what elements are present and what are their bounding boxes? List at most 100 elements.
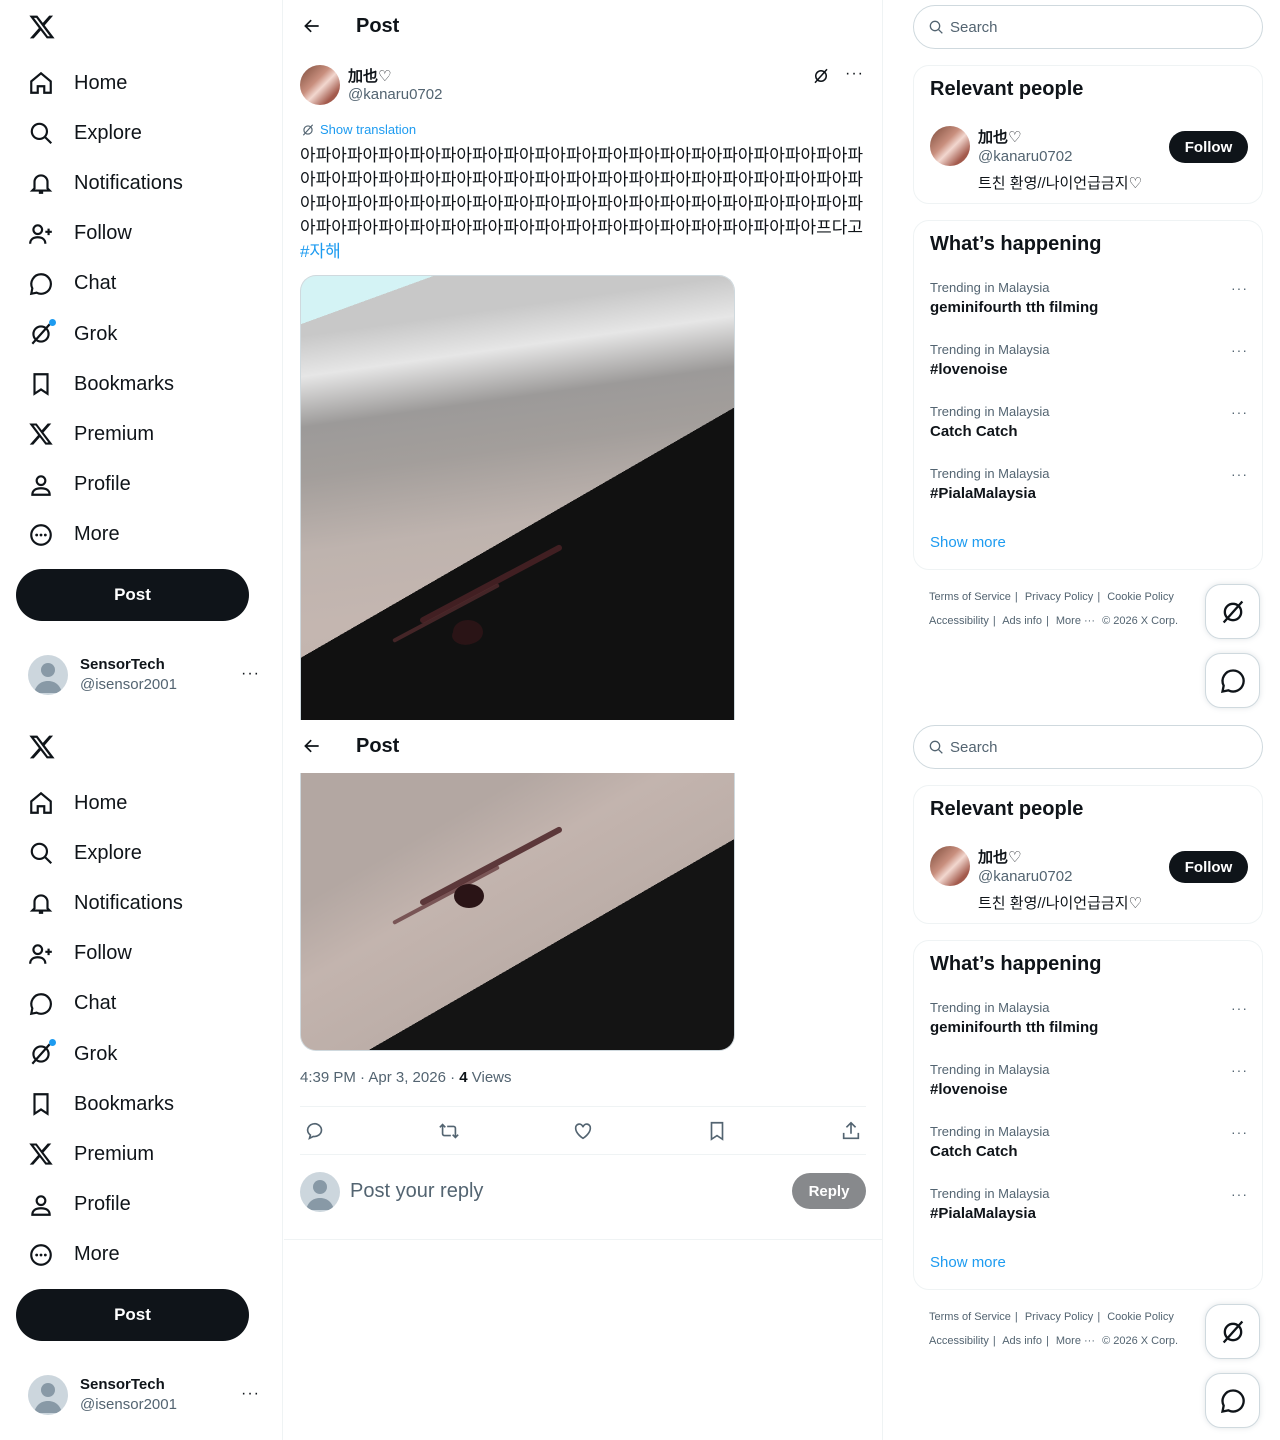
privacy-link[interactable]: Privacy Policy	[1025, 591, 1093, 603]
show-more-link[interactable]: Show more	[930, 534, 1006, 551]
trend-item[interactable]: Trending in Malaysia #lovenoise ···	[930, 1062, 1248, 1112]
relevant-people-card: Relevant people 加也♡ @kanaru0702 트친 환영//나…	[913, 785, 1263, 924]
ads-link[interactable]: Ads info	[1002, 615, 1042, 627]
trend-item[interactable]: Trending in Malaysia Catch Catch ···	[930, 1124, 1248, 1174]
more-icon[interactable]: ···	[1231, 1186, 1248, 1202]
nav-home[interactable]: Home	[16, 58, 183, 108]
like-button[interactable]	[572, 1120, 594, 1142]
trend-title: geminifourth tth filming	[930, 299, 1099, 316]
author-avatar[interactable]	[300, 65, 340, 105]
nav-explore[interactable]: Explore	[16, 108, 183, 158]
share-button[interactable]	[840, 1120, 862, 1142]
post-button[interactable]: Post	[16, 569, 249, 621]
nav-notifications[interactable]: Notifications	[16, 878, 183, 928]
nav-grok[interactable]: Grok	[16, 1029, 183, 1079]
image-detail	[454, 884, 484, 908]
nav-chat[interactable]: Chat	[16, 979, 183, 1029]
nav-grok[interactable]: Grok	[16, 309, 183, 359]
cookie-link[interactable]: Cookie Policy	[1107, 591, 1174, 603]
accessibility-link[interactable]: Accessibility	[929, 1335, 989, 1347]
x-logo-icon[interactable]	[28, 13, 56, 41]
more-link[interactable]: More ···	[1056, 615, 1095, 627]
nav-follow[interactable]: Follow	[16, 209, 183, 259]
hashtag-link[interactable]: #자해	[300, 242, 341, 261]
x-logo-icon[interactable]	[28, 733, 56, 761]
more-link[interactable]: More ···	[1056, 1335, 1095, 1347]
more-icon[interactable]: ···	[241, 665, 260, 683]
nav-profile[interactable]: Profile	[16, 1180, 183, 1230]
grok-fab[interactable]	[1205, 584, 1260, 639]
nav-label: Grok	[74, 322, 118, 345]
back-arrow-icon[interactable]	[302, 16, 322, 36]
cookie-link[interactable]: Cookie Policy	[1107, 1311, 1174, 1323]
search-input[interactable]: Search	[913, 5, 1263, 49]
nav-bookmarks[interactable]: Bookmarks	[16, 359, 183, 409]
author-name[interactable]: 加也♡	[348, 65, 391, 86]
author-handle[interactable]: @kanaru0702	[348, 86, 442, 103]
nav-profile[interactable]: Profile	[16, 460, 183, 510]
account-switcher[interactable]: SensorTech @isensor2001 ···	[28, 1375, 268, 1415]
reply-input[interactable]: Post your reply	[350, 1180, 483, 1203]
back-arrow-icon[interactable]	[302, 736, 322, 756]
tos-link[interactable]: Terms of Service	[929, 591, 1011, 603]
trend-item[interactable]: Trending in Malaysia #PialaMalaysia ···	[930, 1186, 1248, 1236]
follow-button[interactable]: Follow	[1169, 131, 1248, 163]
nav-notifications[interactable]: Notifications	[16, 158, 183, 208]
show-more-link[interactable]: Show more	[930, 1254, 1006, 1271]
trend-item[interactable]: Trending in Malaysia geminifourth tth fi…	[930, 280, 1248, 330]
post-time[interactable]: 4:39 PM · Apr 3, 2026 ·	[300, 1069, 459, 1086]
trend-item[interactable]: Trending in Malaysia #PialaMalaysia ···	[930, 466, 1248, 516]
notification-dot	[49, 1039, 56, 1047]
search-input[interactable]: Search	[913, 725, 1263, 769]
relevant-person[interactable]: 加也♡ @kanaru0702 트친 환영//나이언급금지♡ Follow	[930, 846, 1248, 916]
more-icon[interactable]: ···	[1231, 280, 1248, 296]
more-icon[interactable]: ···	[241, 1385, 260, 1403]
more-icon[interactable]: ···	[1231, 342, 1248, 358]
chat-fab[interactable]	[1205, 653, 1260, 708]
post-button[interactable]: Post	[16, 1289, 249, 1341]
reply-button[interactable]	[304, 1120, 326, 1142]
nav-label: More	[74, 523, 120, 546]
nav-bookmarks[interactable]: Bookmarks	[16, 1079, 183, 1129]
post-header: Post	[284, 0, 883, 53]
more-icon[interactable]: ···	[1231, 466, 1248, 482]
trend-item[interactable]: Trending in Malaysia geminifourth tth fi…	[930, 1000, 1248, 1050]
more-icon[interactable]: ···	[845, 65, 864, 83]
nav-chat[interactable]: Chat	[16, 259, 183, 309]
repost-button[interactable]	[438, 1120, 460, 1142]
nav-follow[interactable]: Follow	[16, 929, 183, 979]
tos-link[interactable]: Terms of Service	[929, 1311, 1011, 1323]
bell-icon	[29, 174, 53, 195]
nav-more[interactable]: More	[16, 510, 183, 560]
nav-premium[interactable]: Premium	[16, 409, 183, 459]
post-image[interactable]	[300, 275, 735, 720]
accessibility-link[interactable]: Accessibility	[929, 615, 989, 627]
account-switcher[interactable]: SensorTech @isensor2001 ···	[28, 655, 268, 695]
reply-button[interactable]: Reply	[792, 1173, 866, 1209]
more-icon[interactable]: ···	[1231, 404, 1248, 420]
post-image[interactable]	[300, 773, 735, 1051]
grok-icon[interactable]	[812, 67, 830, 85]
card-title: What’s happening	[930, 953, 1102, 975]
nav-more[interactable]: More	[16, 1230, 183, 1280]
nav-label: Profile	[74, 1193, 131, 1216]
more-icon[interactable]: ···	[1231, 1062, 1248, 1078]
bookmark-button[interactable]	[706, 1120, 728, 1142]
trend-item[interactable]: Trending in Malaysia Catch Catch ···	[930, 404, 1248, 454]
nav-explore[interactable]: Explore	[16, 828, 183, 878]
trend-item[interactable]: Trending in Malaysia #lovenoise ···	[930, 342, 1248, 392]
nav-premium[interactable]: Premium	[16, 1129, 183, 1179]
grok-fab[interactable]	[1205, 1304, 1260, 1359]
more-icon[interactable]: ···	[1231, 1000, 1248, 1016]
whats-happening-card: What’s happening Trending in Malaysia ge…	[913, 220, 1263, 570]
more-icon[interactable]: ···	[1231, 1124, 1248, 1140]
privacy-link[interactable]: Privacy Policy	[1025, 1311, 1093, 1323]
relevant-person[interactable]: 加也♡ @kanaru0702 트친 환영//나이언급금지♡ Follow	[930, 126, 1248, 196]
trend-title: #PialaMalaysia	[930, 1205, 1036, 1222]
follow-button[interactable]: Follow	[1169, 851, 1248, 883]
main-column: Post 加也♡ @kanaru0702 ··· Show translatio…	[284, 0, 883, 720]
nav-home[interactable]: Home	[16, 778, 183, 828]
chat-fab[interactable]	[1205, 1373, 1260, 1428]
ads-link[interactable]: Ads info	[1002, 1335, 1042, 1347]
show-translation-link[interactable]: Show translation	[301, 122, 416, 137]
